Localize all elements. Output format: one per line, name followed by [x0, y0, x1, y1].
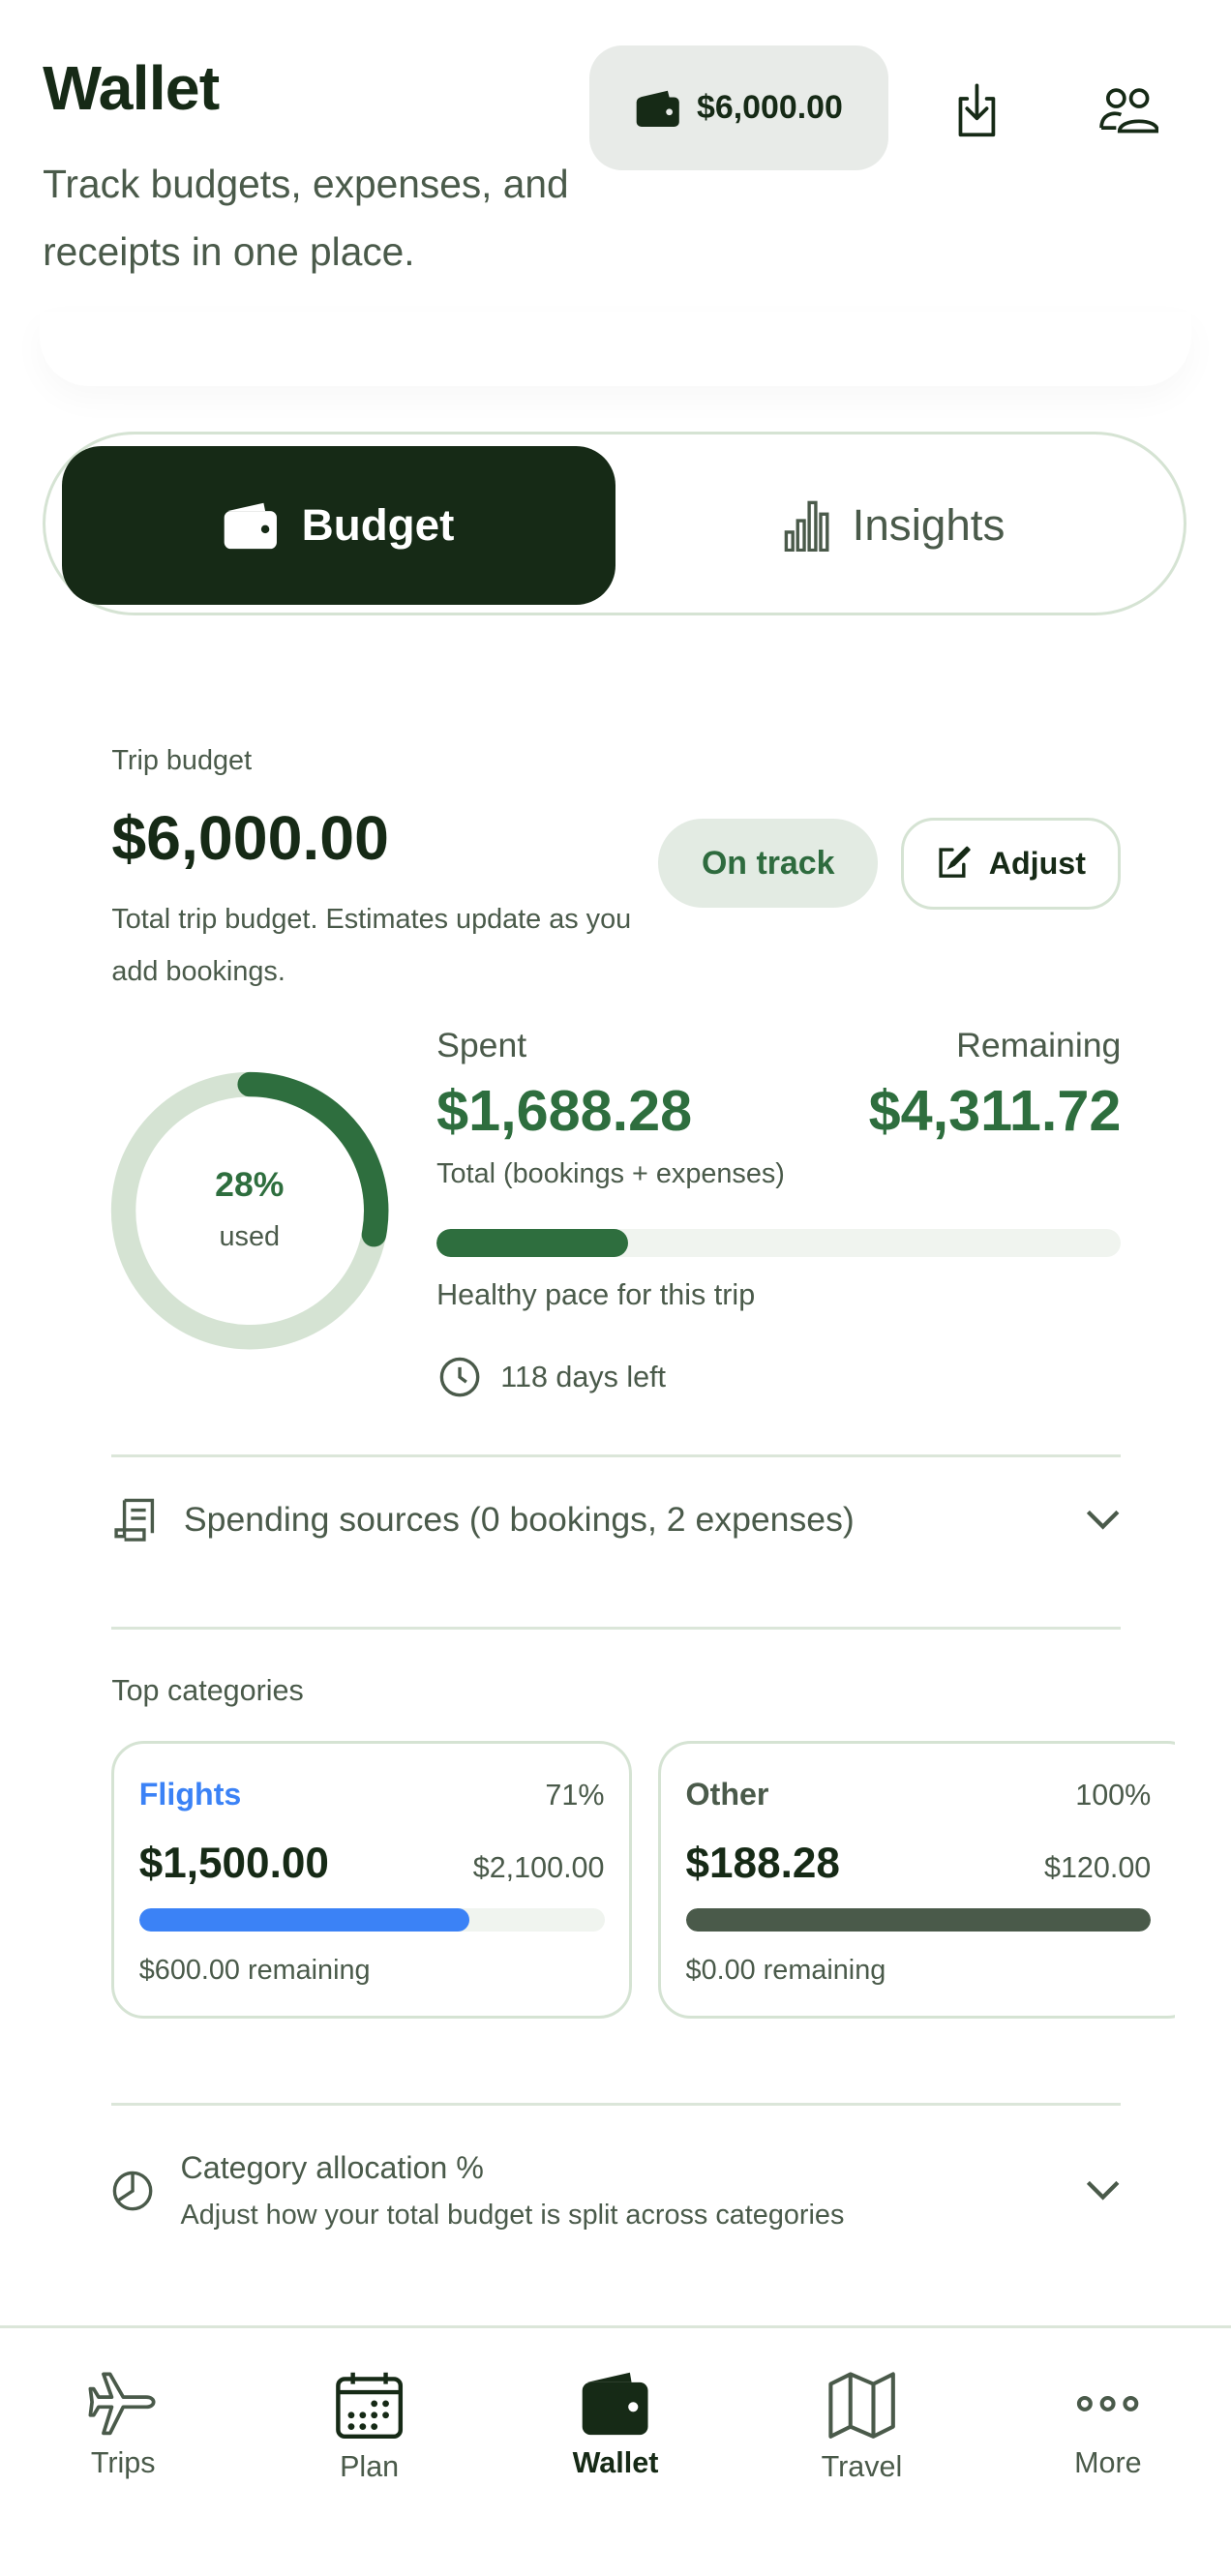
view-tabs: Budget Insights	[43, 432, 1187, 615]
more-icon	[1077, 2396, 1139, 2412]
category-progress-bar	[685, 1908, 1152, 1932]
spent-amount: $1,688.28	[436, 1077, 693, 1143]
divider	[111, 2102, 1122, 2106]
top-categories-label: Top categories	[111, 1673, 304, 1707]
pace-text: Healthy pace for this trip	[436, 1278, 756, 1312]
remaining-label: Remaining	[956, 1026, 1122, 1064]
pie-chart-icon	[113, 2171, 153, 2211]
people-icon	[1099, 88, 1159, 134]
adjust-button[interactable]: Adjust	[901, 817, 1122, 910]
nav-trips[interactable]: Trips	[0, 2328, 246, 2576]
category-spent: $1,500.00	[138, 1839, 329, 1887]
category-remaining: $600.00 remaining	[138, 1954, 371, 1986]
balance-amount: $6,000.00	[696, 89, 843, 127]
nav-wallet[interactable]: Wallet	[493, 2328, 738, 2576]
adjust-label: Adjust	[988, 845, 1086, 881]
category-spent: $188.28	[685, 1839, 840, 1887]
trip-budget-label: Trip budget	[111, 744, 253, 776]
used-percent: 28%	[215, 1165, 285, 1205]
category-budget: $2,100.00	[472, 1850, 605, 1884]
category-remaining: $0.00 remaining	[685, 1954, 886, 1986]
tab-budget[interactable]: Budget	[62, 445, 616, 606]
bottom-nav: Trips Plan Wallet Travel More	[0, 2325, 1231, 2576]
category-card-flights[interactable]: Flights 71% $1,500.00 $2,100.00 $600.00 re…	[111, 1741, 632, 2020]
download-icon	[958, 83, 995, 136]
budget-donut	[110, 1072, 389, 1350]
category-progress-bar	[138, 1908, 605, 1932]
category-name: Flights	[138, 1777, 242, 1812]
edit-icon	[939, 847, 972, 879]
spending-sources-toggle[interactable]: Spending sources (0 bookings, 2 expenses…	[111, 1474, 1121, 1566]
wallet-icon	[636, 90, 679, 127]
wallet-icon	[583, 2373, 648, 2436]
page-subtitle: Track budgets, expenses, and receipts in…	[43, 162, 569, 274]
category-percent: 71%	[545, 1779, 605, 1812]
wallet-icon	[224, 502, 278, 549]
nav-label: Wallet	[572, 2446, 659, 2480]
download-button[interactable]	[941, 74, 1013, 146]
nav-travel[interactable]: Travel	[738, 2328, 984, 2576]
spent-progress-fill	[436, 1229, 629, 1258]
category-progress-fill	[685, 1908, 1152, 1932]
tab-budget-label: Budget	[301, 500, 455, 551]
nav-plan[interactable]: Plan	[246, 2328, 492, 2576]
clock-icon	[439, 1357, 480, 1397]
page-title: Wallet	[43, 53, 220, 124]
nav-label: Plan	[340, 2449, 400, 2483]
category-card-other[interactable]: Other 100% $188.28 $120.00 $0.00 remaining	[658, 1741, 1200, 2020]
used-label: used	[219, 1220, 281, 1252]
map-icon	[828, 2372, 895, 2440]
scroll-clip	[1175, 1722, 1231, 2036]
chevron-down-icon	[1086, 2181, 1120, 2201]
allocation-subtitle: Adjust how your total budget is split ac…	[180, 2199, 845, 2231]
spending-sources-label: Spending sources (0 bookings, 2 expenses…	[183, 1499, 855, 1539]
spent-progress-bar	[436, 1229, 1122, 1258]
category-progress-fill	[138, 1908, 470, 1932]
share-people-button[interactable]	[1092, 74, 1164, 146]
nav-label: Trips	[90, 2446, 156, 2480]
status-badge: On track	[658, 819, 879, 908]
balance-button[interactable]: $6,000.00	[588, 45, 888, 171]
bar-chart-icon	[785, 500, 829, 553]
days-left: 118 days left	[500, 1360, 667, 1393]
calendar-icon	[336, 2373, 404, 2440]
tab-insights-label: Insights	[852, 500, 1006, 551]
category-percent: 100%	[1075, 1779, 1152, 1812]
nav-label: More	[1074, 2446, 1142, 2480]
nav-label: Travel	[821, 2449, 903, 2483]
spent-label: Spent	[436, 1026, 527, 1064]
category-budget: $120.00	[1043, 1850, 1152, 1884]
allocation-title: Category allocation %	[180, 2150, 484, 2186]
header-card-shadow	[40, 312, 1192, 385]
tab-insights[interactable]: Insights	[616, 446, 1174, 606]
remaining-amount: $4,311.72	[868, 1077, 1122, 1143]
receipt-icon	[114, 1498, 155, 1542]
trip-budget-description: Total trip budget. Estimates update as y…	[111, 903, 632, 987]
category-name: Other	[685, 1777, 769, 1812]
trip-budget-amount: $6,000.00	[111, 803, 389, 874]
plane-icon	[88, 2372, 156, 2436]
divider	[111, 1453, 1122, 1458]
divider	[111, 1626, 1122, 1631]
spent-note: Total (bookings + expenses)	[436, 1158, 785, 1190]
chevron-down-icon	[1086, 1510, 1120, 1530]
category-allocation-toggle[interactable]: Category allocation % Adjust how your to…	[111, 2134, 1121, 2249]
nav-more[interactable]: More	[985, 2328, 1231, 2576]
